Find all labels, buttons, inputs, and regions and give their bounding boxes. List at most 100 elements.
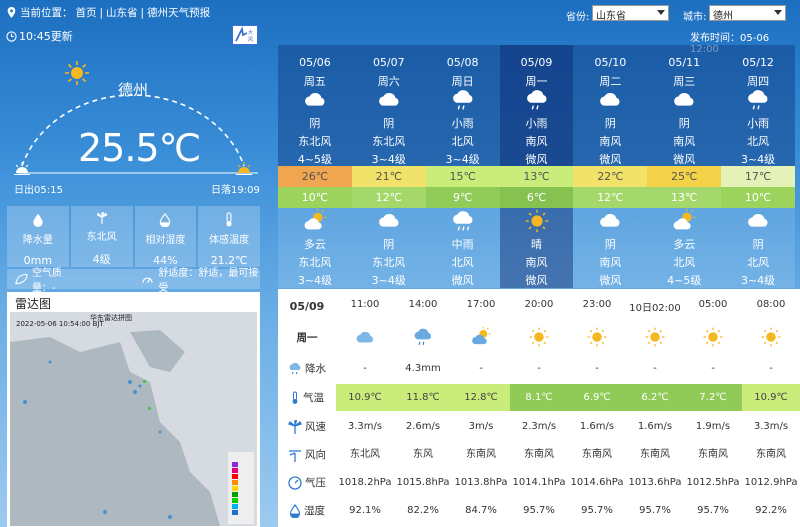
hourly-wind-speed-value: 1.6m/s bbox=[637, 421, 673, 432]
current-temperature: 25.5℃ bbox=[78, 126, 201, 170]
forecast-day-weather: 阴 bbox=[309, 117, 321, 130]
radar-map-image[interactable]: 华东雷达拼图 2022-05-06 10:54:00 BJT bbox=[10, 312, 257, 526]
air-quality-bar: 空气质量：- 舒适度：舒适，最可接受 bbox=[7, 268, 260, 294]
hourly-precip-value: - bbox=[595, 363, 599, 374]
forecast-day-weather: 小雨 bbox=[451, 117, 474, 130]
breadcrumb-separator: | bbox=[99, 6, 104, 19]
forecast-low-temp: 9℃ bbox=[425, 187, 500, 208]
forecast-day-wind-direction: 南风 bbox=[673, 135, 696, 148]
humidity-drop-icon bbox=[289, 503, 301, 518]
forecast-night-icon-wrap bbox=[647, 208, 721, 234]
hourly-row-label: 风速 bbox=[278, 419, 336, 434]
sunset-time: 日落19:09 bbox=[211, 185, 260, 196]
stat-label: 体感温度 bbox=[209, 235, 250, 246]
forecast-night-weather: 阴 bbox=[752, 238, 764, 251]
hourly-temp-value: 10.9℃ bbox=[336, 384, 394, 411]
forecast-day-column[interactable]: 05/06 周五阴东北风 4~5级 26℃ 10℃ 多云 东北风 3~4级 bbox=[278, 45, 352, 288]
forecast-day-wind-level: 微风 bbox=[599, 153, 622, 166]
forecast-low-temp: 13℃ bbox=[647, 187, 722, 208]
forecast-date: 05/12 bbox=[742, 56, 774, 69]
hourly-precip-row: 降水 - 4.3mm - - - - - - bbox=[278, 355, 800, 382]
breadcrumb-province-link[interactable]: 山东省 bbox=[106, 5, 138, 20]
forecast-day-icon-wrap bbox=[426, 87, 500, 113]
forecast-day-column[interactable]: 05/09 周一 小雨 南风 微风 13℃ 6℃ 晴南风 微风 bbox=[499, 45, 574, 288]
partly-cloudy-icon bbox=[304, 208, 327, 230]
sunny-icon bbox=[761, 327, 781, 347]
forecast-day-column[interactable]: 05/08 周日 小雨 北风 3~4级 15℃ 9℃ 中雨 北风 微风 bbox=[425, 45, 500, 288]
hourly-precip-value: - bbox=[653, 363, 657, 374]
forecast-day-column[interactable]: 05/12 周四 小雨 北风 3~4级 17℃ 10℃ 阴北风 3~4级 bbox=[721, 45, 796, 288]
update-time-text: 10:45更新 bbox=[19, 30, 73, 43]
hourly-pressure-value: 1013.8hPa bbox=[454, 477, 508, 488]
hourly-wind-dir-value: 东南风 bbox=[524, 449, 554, 460]
hourly-pressure-value: 1012.9hPa bbox=[744, 477, 798, 488]
hourly-time: 20:00 bbox=[524, 299, 554, 310]
hourly-row-label-text: 气温 bbox=[303, 392, 324, 404]
forecast-high-temp: 26℃ bbox=[278, 166, 352, 187]
stat-label: 东北风 bbox=[86, 232, 117, 243]
sunny-icon bbox=[587, 327, 607, 347]
forecast-day-wind-level: 3~4级 bbox=[445, 153, 480, 166]
forecast-night-wind-level: 3~4级 bbox=[740, 274, 776, 287]
current-city: 德州 bbox=[118, 81, 149, 99]
forecast-day-wind-level: 4~5级 bbox=[297, 153, 333, 166]
forecast-day-wind-level: 微风 bbox=[673, 153, 696, 166]
forecast-low-temp: 12℃ bbox=[573, 187, 648, 208]
hourly-temp-value: 6.9℃ bbox=[568, 384, 626, 411]
forecast-night-wind-level: 3~4级 bbox=[371, 274, 406, 287]
forecast-day-column[interactable]: 05/11 周三阴南风 微风 25℃ 13℃ 多云 北风 4~5级 bbox=[647, 45, 722, 288]
thermometer-icon bbox=[226, 212, 232, 227]
svg-text:大: 大 bbox=[248, 29, 253, 36]
province-select[interactable]: 山东省 bbox=[592, 5, 669, 22]
forecast-day-wind-level: 微风 bbox=[525, 153, 548, 166]
hourly-icon-cell bbox=[394, 326, 452, 348]
city-select-value: 德州 bbox=[713, 11, 733, 22]
hourly-wind-speed-value: 1.6m/s bbox=[579, 421, 615, 432]
forecast-day-icon-wrap bbox=[721, 87, 795, 113]
forecast-night-wind-level: 3~4级 bbox=[297, 274, 333, 287]
forecast-date: 05/09 bbox=[520, 56, 553, 69]
leaf-icon bbox=[15, 273, 28, 285]
hourly-time: 23:00 bbox=[582, 299, 612, 310]
breadcrumb: 当前位置： 首页 | 山东省 | 德州天气预报 bbox=[6, 5, 210, 20]
weather-warning-icon[interactable]: 大风 bbox=[232, 25, 258, 45]
stat-wind: 东北风 4级 bbox=[70, 206, 133, 267]
city-label: 城市: bbox=[683, 12, 707, 23]
forecast-day-column[interactable]: 05/07 周六阴东北风 3~4级 21℃ 12℃ 阴东北风 3~4级 bbox=[351, 45, 426, 288]
sunset-icon bbox=[236, 162, 252, 175]
svg-text:风: 风 bbox=[248, 37, 253, 43]
hourly-wind-speed-value: 3.3m/s bbox=[347, 421, 383, 432]
forecast-high-temp: 13℃ bbox=[499, 166, 574, 187]
city-select[interactable]: 德州 bbox=[709, 5, 786, 22]
cloudy-night-icon bbox=[356, 331, 373, 343]
wind-speed-icon bbox=[288, 419, 302, 434]
forecast-night-wind-direction: 东北风 bbox=[372, 256, 406, 269]
hourly-date: 05/09 bbox=[289, 299, 325, 313]
seven-day-forecast: 05/06 周五阴东北风 4~5级 26℃ 10℃ 多云 东北风 3~4级 05/07 周六阴东北… bbox=[278, 45, 796, 288]
chevron-down-icon bbox=[774, 10, 782, 15]
hourly-pressure-value: 1014.6hPa bbox=[570, 477, 624, 488]
forecast-high-temp: 15℃ bbox=[425, 166, 500, 187]
overcast-icon bbox=[378, 213, 399, 227]
hourly-icon-cell bbox=[626, 326, 684, 348]
hourly-wind-dir-value: 东南风 bbox=[466, 449, 496, 460]
hourly-humidity-value: 92.2% bbox=[755, 505, 787, 516]
hourly-icon-cell bbox=[684, 326, 742, 348]
forecast-night-wind-level: 4~5级 bbox=[667, 274, 702, 287]
hourly-pressure-value: 1014.1hPa bbox=[512, 477, 566, 488]
forecast-day-column[interactable]: 05/10 周二阴南风 微风 22℃ 12℃ 阴南风 微风 bbox=[573, 45, 648, 288]
stat-label: 相对湿度 bbox=[145, 235, 186, 246]
windmill-icon bbox=[96, 212, 107, 224]
overcast-icon bbox=[748, 213, 768, 227]
stat-label: 降水量 bbox=[22, 235, 53, 246]
province-select-value: 山东省 bbox=[596, 11, 626, 22]
forecast-night-wind-direction: 东北风 bbox=[298, 256, 332, 269]
light-rain-icon bbox=[748, 90, 768, 110]
radar-map-time: 2022-05-06 10:54:00 BJT bbox=[16, 320, 104, 328]
hourly-pressure-value: 1015.8hPa bbox=[396, 477, 450, 488]
breadcrumb-home-link[interactable]: 首页 bbox=[76, 5, 97, 20]
hourly-icon-cell bbox=[452, 326, 510, 348]
sunrise-time: 日出05:15 bbox=[14, 185, 63, 196]
hourly-row-label: 降水 bbox=[278, 361, 336, 376]
hourly-wind-speed-value: 3.3m/s bbox=[753, 421, 789, 432]
